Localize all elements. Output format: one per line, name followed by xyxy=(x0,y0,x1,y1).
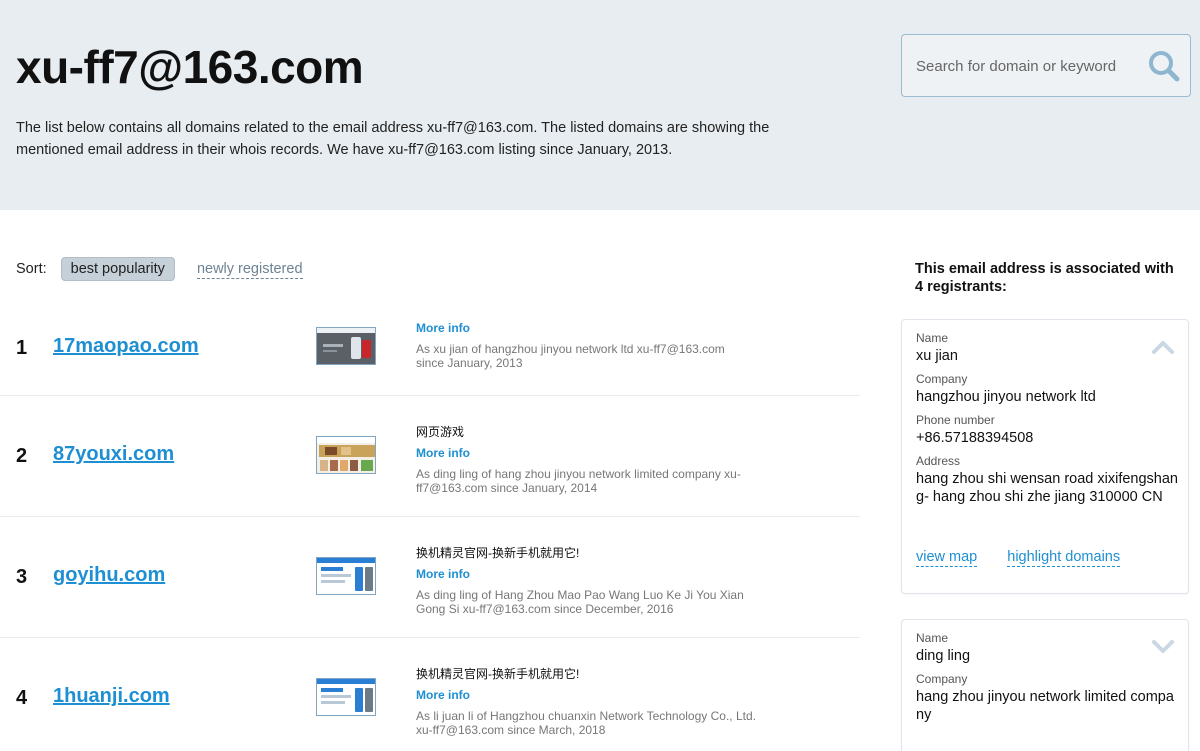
registrants-heading: This email address is associated with 4 … xyxy=(915,261,1174,295)
site-thumbnail[interactable] xyxy=(316,557,376,595)
registrant-name-field: Name ding ling xyxy=(916,631,1180,665)
domain-registrant-desc: As xu jian of hangzhou jinyou network lt… xyxy=(416,342,725,370)
registrant-company-field: Company hangzhou jinyou network ltd xyxy=(916,372,1180,406)
domain-link[interactable]: 87youxi.com xyxy=(53,443,174,466)
site-thumbnail[interactable] xyxy=(316,436,376,474)
registrant-card: Name ding ling Company hang zhou jinyou … xyxy=(901,619,1189,751)
domain-registrant-desc: As ding ling of hang zhou jinyou network… xyxy=(416,467,741,495)
thumbnail-image xyxy=(317,558,375,594)
site-title: 换机精灵官网-换新手机就用它! xyxy=(416,546,580,560)
registrant-card: Name xu jian Company hangzhou jinyou net… xyxy=(901,319,1189,594)
field-label: Name xyxy=(916,631,949,645)
registrant-company: hang zhou jinyou network limited company xyxy=(916,689,1174,723)
more-info-link[interactable]: More info xyxy=(416,688,756,702)
search-button[interactable] xyxy=(1146,49,1182,85)
domain-rank: 2 xyxy=(16,445,28,467)
search-input[interactable] xyxy=(916,55,1131,77)
site-title: 换机精灵官网-换新手机就用它! xyxy=(416,667,580,681)
site-thumbnail[interactable] xyxy=(316,678,376,716)
registrant-phone-field: Phone number +86.57188394508 xyxy=(916,413,1180,447)
field-label: Company xyxy=(916,372,968,386)
thumbnail-image xyxy=(317,328,375,364)
more-info-link[interactable]: More info xyxy=(416,567,756,581)
view-map-link[interactable]: view map xyxy=(916,548,978,567)
registrant-company-field: Company hang zhou jinyou network limited… xyxy=(916,672,1180,724)
registrant-company: hangzhou jinyou network ltd xyxy=(916,389,1096,405)
registrant-name: ding ling xyxy=(916,648,971,664)
domain-rank: 3 xyxy=(16,566,28,588)
domain-registrant-desc: As li juan li of Hangzhou chuanxin Netwo… xyxy=(416,709,756,737)
domain-registrant-desc: As ding ling of Hang Zhou Mao Pao Wang L… xyxy=(416,588,744,616)
domain-info: 网页游戏 More info As ding ling of hang zhou… xyxy=(416,423,756,495)
field-label: Company xyxy=(916,672,968,686)
sort-bar: Sort: best popularity newly registered xyxy=(16,256,303,282)
domain-info: More info As xu jian of hangzhou jinyou … xyxy=(416,321,756,370)
domain-rank: 4 xyxy=(16,687,28,709)
field-label: Phone number xyxy=(916,413,995,427)
thumbnail-image xyxy=(317,679,375,715)
site-title: 网页游戏 xyxy=(416,425,465,439)
registrant-name: xu jian xyxy=(916,348,958,364)
domain-link[interactable]: 1huanji.com xyxy=(53,685,170,708)
more-info-link[interactable]: More info xyxy=(416,446,756,460)
registrant-actions: view map highlight domains xyxy=(916,548,1150,567)
registrant-phone: +86.57188394508 xyxy=(916,430,1034,446)
domain-row: 1 17maopao.com More info As xu jian of h… xyxy=(0,300,860,396)
field-label: Name xyxy=(916,331,949,345)
registrant-name-field: Name xu jian xyxy=(916,331,1180,365)
domain-row: 4 1huanji.com 换机精灵官网-换新手机就用它! More info … xyxy=(0,638,860,751)
field-label: Address xyxy=(916,454,961,468)
search-box xyxy=(901,34,1191,97)
registrant-address: hang zhou shi wensan road xixifengshang-… xyxy=(916,471,1178,505)
highlight-domains-link[interactable]: highlight domains xyxy=(1007,548,1121,567)
page-header: xu-ff7@163.com The list below contains a… xyxy=(0,0,1200,210)
page-title: xu-ff7@163.com xyxy=(16,41,364,93)
sort-best-popularity[interactable]: best popularity xyxy=(60,257,175,281)
more-info-link[interactable]: More info xyxy=(416,321,756,335)
site-thumbnail[interactable] xyxy=(316,327,376,365)
page-description: The list below contains all domains rela… xyxy=(16,120,770,158)
domain-row: 3 goyihu.com 换机精灵官网-换新手机就用它! More info A… xyxy=(0,517,860,638)
domain-info: 换机精灵官网-换新手机就用它! More info As li juan li … xyxy=(416,665,756,737)
domain-rank: 1 xyxy=(16,337,28,359)
domain-link[interactable]: 17maopao.com xyxy=(53,335,199,358)
domain-row: 2 87youxi.com 网页游戏 More info As ding lin… xyxy=(0,396,860,517)
thumbnail-image xyxy=(317,437,375,473)
sort-label: Sort: xyxy=(16,261,47,277)
sort-newly-registered[interactable]: newly registered xyxy=(196,260,303,279)
search-icon xyxy=(1149,50,1180,81)
domain-link[interactable]: goyihu.com xyxy=(53,564,165,587)
domain-info: 换机精灵官网-换新手机就用它! More info As ding ling o… xyxy=(416,544,756,616)
registrant-address-field: Address hang zhou shi wensan road xixife… xyxy=(916,454,1178,506)
